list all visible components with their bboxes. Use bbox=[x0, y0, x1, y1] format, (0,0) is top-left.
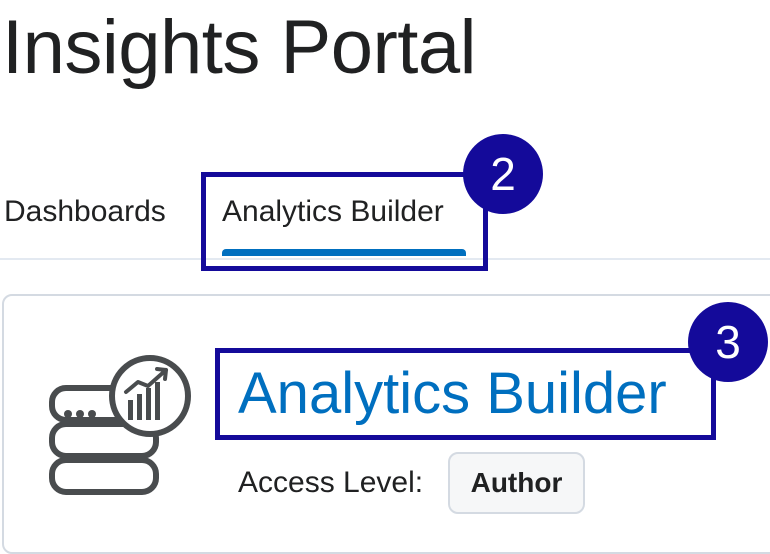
callout-badge-3: 3 bbox=[688, 302, 768, 382]
callout-badge-2: 2 bbox=[463, 134, 543, 214]
callout-highlight-3 bbox=[215, 348, 716, 440]
access-level-badge: Author bbox=[448, 452, 585, 514]
database-analytics-icon bbox=[49, 355, 191, 495]
tab-dashboards[interactable]: Dashboards bbox=[4, 192, 166, 232]
access-level-label: Access Level: bbox=[238, 466, 424, 499]
page-title: Insights Portal bbox=[2, 5, 477, 90]
callout-highlight-2 bbox=[201, 172, 488, 271]
